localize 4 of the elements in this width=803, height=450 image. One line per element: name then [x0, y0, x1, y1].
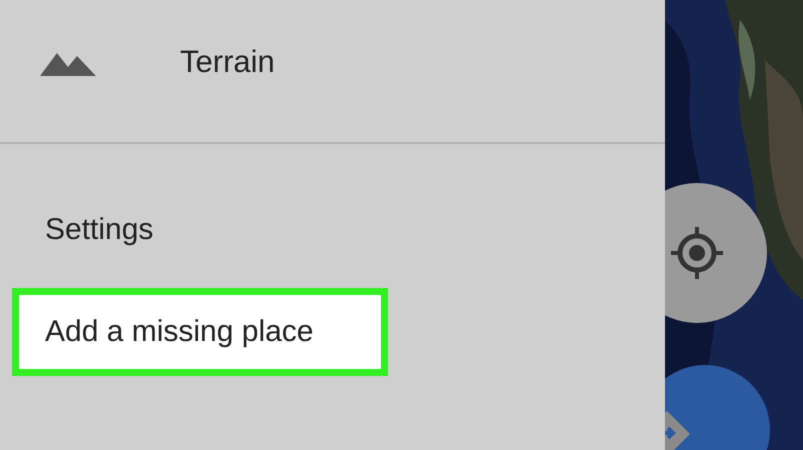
menu-item[interactable]: Terrain: [180, 44, 275, 80]
menu-item[interactable]: Settings: [12, 186, 388, 274]
location-target-icon: [669, 225, 725, 281]
highlighted-menu-item[interactable]: Add a missing place: [12, 288, 388, 376]
